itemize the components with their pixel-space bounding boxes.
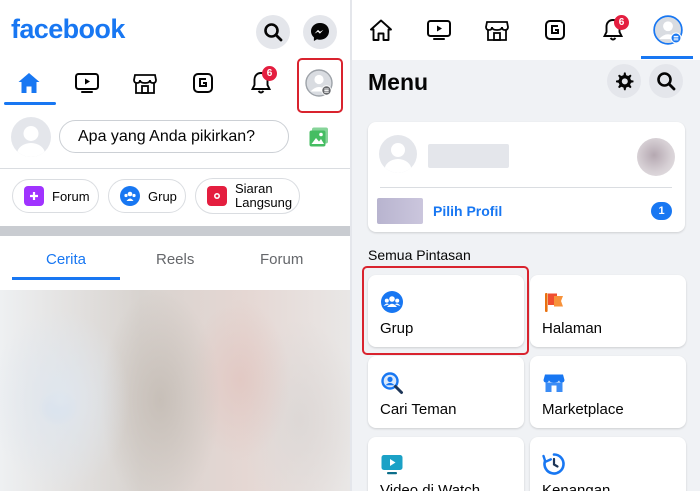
gear-icon — [616, 72, 634, 91]
quick-action-chips: Forum Grup Siaran Langsung — [0, 176, 350, 218]
tab-marketplace[interactable] — [480, 13, 514, 47]
grup-chip[interactable]: Grup — [108, 179, 186, 213]
menu-screen: 6 Menu Pilih Profil 1 Semua Pintasan Gru… — [352, 0, 700, 491]
tab-notifications[interactable]: 6 — [244, 66, 278, 100]
user-avatar[interactable] — [11, 117, 51, 157]
shortcut-video-watch-label: Video di Watch — [380, 482, 481, 491]
marketplace-icon — [485, 21, 509, 41]
gaming-icon — [545, 20, 565, 40]
search-icon — [264, 23, 283, 42]
profile-avatar[interactable] — [379, 135, 417, 173]
shortcut-kenangan-label: Kenangan — [542, 482, 611, 491]
section-divider — [0, 226, 350, 236]
marketplace-store-icon — [543, 374, 565, 392]
watch-icon — [427, 20, 451, 40]
story-tab-indicator — [12, 277, 120, 280]
marketplace-icon — [133, 74, 157, 94]
page-title: Menu — [368, 69, 429, 95]
shortcut-cari-teman[interactable]: Cari Teman — [368, 356, 524, 428]
tab-gaming[interactable] — [186, 66, 220, 100]
shortcut-marketplace[interactable]: Marketplace — [530, 356, 686, 428]
tab-profile-menu[interactable] — [651, 13, 685, 47]
top-bar: facebook — [0, 0, 350, 60]
gaming-icon — [193, 73, 213, 93]
shortcut-cari-teman-label: Cari Teman — [380, 401, 457, 418]
tab-forum[interactable]: Forum — [260, 251, 303, 268]
tab-reels[interactable]: Reels — [156, 251, 194, 268]
feed-screen: facebook 6 Apa yang Anda pikirkan? Forum… — [0, 0, 350, 491]
grup-chip-label: Grup — [148, 188, 177, 204]
search-button[interactable] — [649, 64, 683, 98]
forum-chip-label: Forum — [52, 188, 90, 204]
live-chip-label-2: Langsung — [235, 195, 293, 210]
divider — [0, 168, 350, 169]
profile-menu-icon — [653, 15, 683, 45]
page-thumbnail-redacted — [377, 198, 423, 224]
find-friends-icon — [381, 372, 403, 394]
shortcuts-heading: Semua Pintasan — [368, 247, 471, 263]
shortcut-kenangan[interactable]: Kenangan — [530, 437, 686, 491]
tab-home[interactable] — [12, 66, 46, 100]
notification-badge: 6 — [614, 15, 629, 30]
stories-preview-blurred[interactable] — [0, 290, 350, 491]
tab-watch[interactable] — [70, 66, 104, 100]
home-outline-icon — [370, 19, 392, 41]
composer-input[interactable]: Apa yang Anda pikirkan? — [59, 120, 289, 153]
flag-icon — [545, 293, 563, 312]
memories-clock-icon — [542, 453, 565, 475]
tab-marketplace[interactable] — [128, 66, 162, 100]
story-tabs: Cerita Reels Forum — [0, 240, 350, 282]
profile-name-redacted — [428, 144, 509, 168]
shortcut-halaman-label: Halaman — [542, 320, 603, 337]
post-composer: Apa yang Anda pikirkan? — [0, 112, 350, 164]
active-tab-indicator — [641, 56, 693, 59]
shortcut-marketplace-label: Marketplace — [542, 401, 624, 418]
live-video-icon — [207, 186, 227, 206]
active-tab-indicator — [4, 102, 56, 105]
settings-button[interactable] — [607, 64, 641, 98]
messenger-button[interactable] — [303, 15, 337, 49]
other-profile-avatar[interactable] — [637, 138, 675, 176]
notification-badge: 6 — [262, 66, 277, 81]
tab-cerita[interactable]: Cerita — [46, 251, 86, 268]
tab-notifications[interactable]: 6 — [596, 13, 630, 47]
messenger-icon — [311, 23, 329, 41]
highlight-box-grup — [362, 266, 529, 355]
tab-gaming[interactable] — [538, 13, 572, 47]
forum-chip[interactable]: Forum — [12, 179, 99, 213]
choose-profile-link[interactable]: Pilih Profil — [433, 203, 502, 219]
live-chip-label-1: Siaran — [235, 181, 273, 196]
shortcut-video-watch[interactable]: Video di Watch — [368, 437, 524, 491]
group-icon — [120, 186, 140, 206]
live-chip[interactable]: Siaran Langsung — [195, 178, 300, 214]
tab-watch[interactable] — [422, 13, 456, 47]
search-icon — [657, 72, 676, 91]
profile-count-badge: 1 — [651, 202, 672, 220]
search-button[interactable] — [256, 15, 290, 49]
menu-nav-tabs: 6 — [352, 0, 700, 60]
profile-card[interactable]: Pilih Profil 1 — [368, 122, 685, 232]
watch-icon — [75, 73, 99, 93]
forum-icon — [24, 186, 44, 206]
home-icon — [18, 73, 40, 93]
shortcut-halaman[interactable]: Halaman — [530, 275, 686, 347]
facebook-logo[interactable]: facebook — [11, 14, 125, 45]
highlight-box-profile — [297, 58, 343, 113]
tab-home[interactable] — [364, 13, 398, 47]
card-divider — [380, 187, 672, 188]
watch-video-icon — [381, 455, 403, 475]
photo-icon[interactable] — [308, 126, 330, 148]
